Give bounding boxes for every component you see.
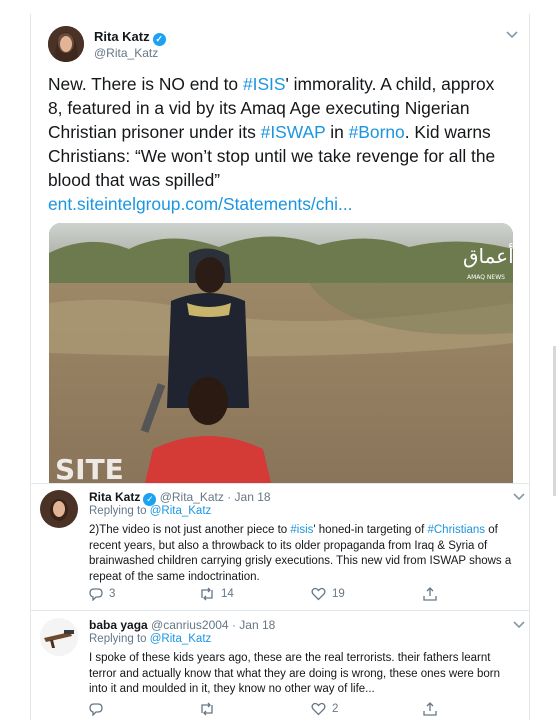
reply-icon [89, 588, 103, 601]
reply-button[interactable] [89, 702, 109, 716]
share-button[interactable] [423, 702, 437, 716]
tweet-text: New. There is NO end to #ISIS' immoralit… [48, 72, 508, 216]
chevron-down-icon[interactable] [513, 618, 525, 632]
reply-text: I spoke of these kids years ago, these a… [89, 652, 501, 695]
like-button[interactable]: 19 [311, 587, 345, 601]
reply-text-segment: 2)The video is not just another piece to [89, 524, 291, 536]
hashtag-borno[interactable]: #Borno [349, 122, 405, 142]
reply-count: 3 [109, 588, 116, 600]
main-tweet-header: Rita Katz ✓ @Rita_Katz [48, 26, 518, 62]
hashtag-isis[interactable]: #ISIS [243, 74, 286, 94]
avatar[interactable] [40, 618, 78, 656]
author-name-text[interactable]: Rita Katz [94, 29, 150, 44]
like-button[interactable]: 2 [311, 702, 338, 716]
handle-and-date[interactable]: @canrius2004 · Jan 18 [151, 618, 275, 632]
replying-to-prefix: Replying to [89, 633, 150, 645]
reply-text: 2)The video is not just another piece to… [89, 523, 519, 585]
reply-text-segment: ' honed-in targeting of [313, 524, 428, 536]
author-name[interactable]: Rita Katz [89, 490, 140, 504]
replying-to-handle[interactable]: @Rita_Katz [150, 505, 212, 517]
reply-icon [89, 703, 103, 716]
divider [31, 483, 530, 484]
share-icon [423, 702, 437, 716]
share-button[interactable] [423, 587, 437, 601]
verified-icon: ✓ [152, 33, 166, 46]
reply-header: baba yaga @canrius2004 · Jan 18 [89, 618, 275, 632]
tweet-actions: 2 [89, 702, 489, 718]
heart-icon [311, 702, 326, 716]
retweet-count: 14 [221, 588, 234, 600]
hashtag-christians[interactable]: #Christians [427, 524, 485, 536]
hashtag-isis[interactable]: #isis [290, 524, 313, 536]
like-count: 2 [332, 703, 339, 715]
retweet-icon [201, 587, 213, 601]
replying-to-prefix: Replying to [89, 505, 150, 517]
heart-icon [311, 587, 326, 601]
replying-to: Replying to @Rita_Katz [89, 505, 211, 517]
retweet-icon [201, 702, 213, 716]
tweet-actions: 3 14 19 [89, 587, 489, 603]
handle-and-date[interactable]: @Rita_Katz · Jan 18 [160, 490, 271, 504]
retweet-button[interactable] [199, 702, 221, 716]
chevron-down-icon[interactable] [506, 28, 518, 42]
tweet-link[interactable]: ent.siteintelgroup.com/Statements/chi... [48, 194, 353, 214]
tweet-media-image[interactable]: أعماق AMAQ NEWS SITE [49, 223, 513, 483]
scrollbar[interactable] [553, 346, 556, 496]
tweet-text-segment: New. There is NO end to [48, 74, 243, 94]
avatar[interactable] [48, 26, 84, 62]
media-corner-logo: SITE [55, 453, 124, 483]
avatar[interactable] [40, 490, 78, 528]
reply-tweet[interactable]: baba yaga @canrius2004 · Jan 18 Replying… [40, 618, 525, 720]
reply-tweet[interactable]: Rita Katz ✓ @Rita_Katz · Jan 18 Replying … [40, 490, 525, 605]
replying-to: Replying to @Rita_Katz [89, 633, 211, 645]
reply-button[interactable]: 3 [89, 587, 115, 601]
reply-header: Rita Katz ✓ @Rita_Katz · Jan 18 [89, 490, 271, 506]
author-name[interactable]: baba yaga [89, 618, 148, 632]
author-handle[interactable]: @Rita_Katz [94, 46, 158, 60]
share-icon [423, 587, 437, 601]
like-count: 19 [332, 588, 345, 600]
hashtag-iswap[interactable]: #ISWAP [261, 122, 326, 142]
chevron-down-icon[interactable] [513, 490, 525, 504]
retweet-button[interactable]: 14 [199, 587, 234, 601]
tweet-text-segment: in [325, 122, 349, 142]
divider [31, 610, 530, 611]
replying-to-handle[interactable]: @Rita_Katz [150, 633, 212, 645]
media-watermark: AMAQ NEWS [467, 274, 505, 281]
author-name[interactable]: Rita Katz ✓ [94, 29, 166, 46]
media-watermark-arabic: أعماق [463, 243, 513, 268]
